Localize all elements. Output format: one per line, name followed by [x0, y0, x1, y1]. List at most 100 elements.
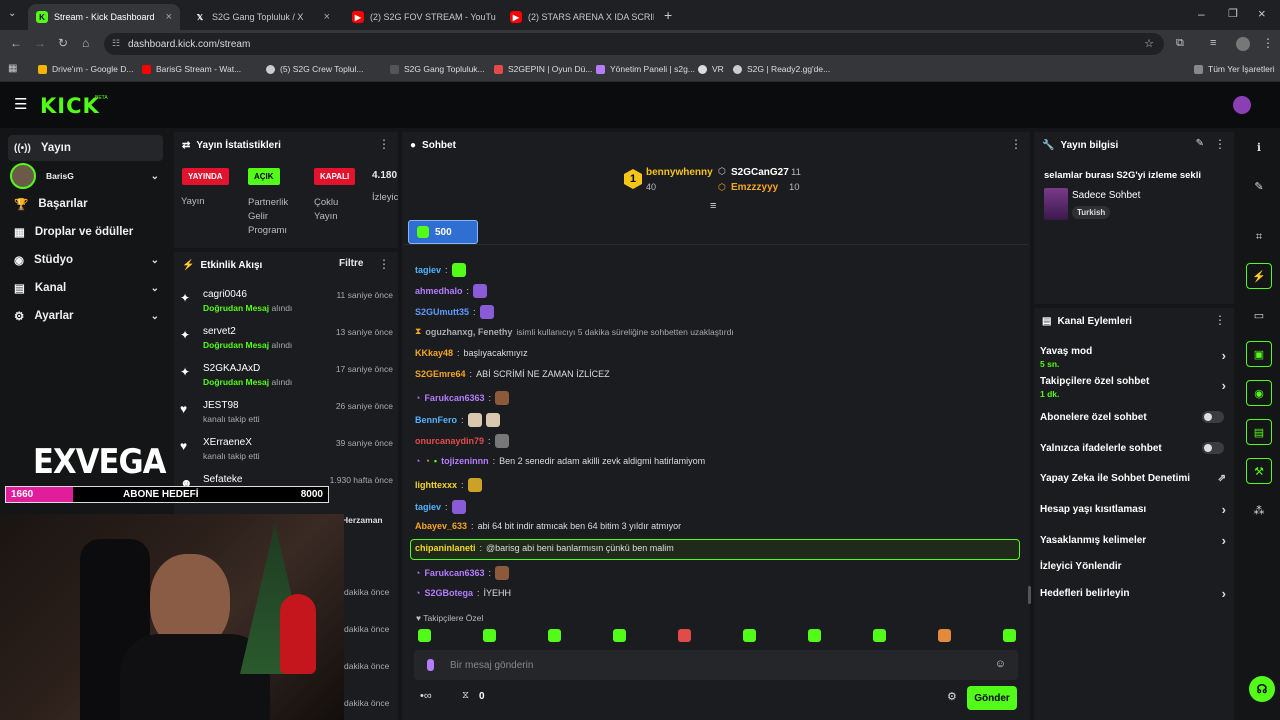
- emote-picker-item[interactable]: [613, 629, 626, 642]
- tab-youtube-2[interactable]: ▶ (2) STARS ARENA X IDA SCRIM ×: [502, 4, 654, 30]
- more-options-icon[interactable]: ⋮: [378, 258, 390, 270]
- chat-goal-card[interactable]: 500: [408, 220, 478, 244]
- info-icon[interactable]: ℹ: [1246, 134, 1272, 160]
- leader-name[interactable]: Emzzzyyy: [731, 182, 778, 193]
- sidebar-item-achievements[interactable]: 🏆 Başarılar: [8, 191, 163, 217]
- edit-icon[interactable]: ✎: [1246, 173, 1272, 199]
- bookmark-s2gepin[interactable]: S2GEPIN | Oyun Dü...: [494, 64, 592, 74]
- activity-item[interactable]: ♥ XErraeneX kanalı takip etti 39 saniye ön…: [178, 435, 393, 471]
- activity-item[interactable]: ♥ JEST98 kanalı takip etti 26 saniye önce: [178, 398, 393, 434]
- bookmark-star-icon[interactable]: ☆: [1144, 37, 1154, 50]
- broadcast-rail-icon[interactable]: ◉: [1246, 380, 1272, 406]
- emote-picker-item[interactable]: [678, 629, 691, 642]
- minimize-icon[interactable]: –: [1198, 7, 1205, 21]
- channel-action-item[interactable]: Yalnızca ifadelerle sohbet: [1040, 442, 1230, 454]
- bookmark-barisg[interactable]: BarisG Stream - Wat...: [142, 64, 241, 74]
- channel-action-item[interactable]: Yavaş mod 5 sn. ›: [1040, 346, 1230, 369]
- sidebar-item-stream[interactable]: ((•)) Yayın: [8, 135, 163, 161]
- close-window-icon[interactable]: ×: [1258, 6, 1266, 21]
- more-options-icon[interactable]: ⋮: [1214, 138, 1226, 150]
- chat-message[interactable]: tagiev:: [415, 263, 466, 277]
- chat-username[interactable]: oguzhanxg, Fenethy: [425, 327, 512, 337]
- system-message[interactable]: ⧗ oguzhanxg, Fenethy isimli kullanıcıyı 5 …: [415, 326, 734, 337]
- tab-youtube-1[interactable]: ▶ (2) S2G FOV STREAM - YouTube ×: [344, 4, 496, 30]
- close-tab-icon[interactable]: ×: [166, 11, 172, 23]
- emote-picker-item[interactable]: [808, 629, 821, 642]
- tab-kick-dashboard[interactable]: K Stream - Kick Dashboard ×: [28, 4, 180, 30]
- chat-message[interactable]: KKkay48: başlıyacakmıyız: [415, 348, 528, 358]
- chat-username[interactable]: tagiev: [415, 265, 441, 275]
- channel-action-item[interactable]: Abonelere özel sohbet: [1040, 411, 1230, 423]
- document-icon[interactable]: ▭: [1246, 302, 1272, 328]
- chat-message[interactable]: onurcanaydin79:: [415, 434, 509, 448]
- chat-message[interactable]: chipaninlaneti: @barisg abi beni banlarmı…: [415, 543, 674, 553]
- profile-avatar[interactable]: [1236, 37, 1250, 51]
- chat-username[interactable]: Abayev_633: [415, 521, 467, 531]
- leader-name[interactable]: bennywhenny: [646, 167, 713, 178]
- emote-picker-item[interactable]: [938, 629, 951, 642]
- emote-picker-item[interactable]: [1003, 629, 1016, 642]
- activity-item[interactable]: ✦ S2GKAJAxD Doğrudan Mesaj alındı 17 saniye…: [178, 361, 393, 397]
- channel-action-item[interactable]: Hesap yaşı kısıtlaması ›: [1040, 502, 1230, 517]
- tab-x[interactable]: 𝕏 S2G Gang Topluluk / X ×: [186, 4, 338, 30]
- category-name[interactable]: Sadece Sohbet: [1072, 190, 1140, 201]
- support-headset-icon[interactable]: ☊: [1249, 676, 1275, 702]
- layout-rail-icon[interactable]: ▤: [1246, 419, 1272, 445]
- leader-name[interactable]: S2GCanG27: [731, 167, 789, 178]
- sidebar-item-channel[interactable]: ▤ Kanal ⌄: [8, 275, 163, 301]
- chat-message[interactable]: ahmedhalo:: [415, 284, 488, 298]
- users-icon[interactable]: ⧖: [462, 690, 469, 701]
- emote-picker-item[interactable]: [873, 629, 886, 642]
- sidebar-item-drops[interactable]: ▦ Droplar ve ödüller: [8, 219, 163, 245]
- emote-picker-item[interactable]: [743, 629, 756, 642]
- bookmark-vr[interactable]: VR: [698, 64, 724, 74]
- chat-rail-icon[interactable]: ▣: [1246, 341, 1272, 367]
- channel-action-item[interactable]: Takipçilere özel sohbet 1 dk. ›: [1040, 376, 1230, 399]
- tab-search-icon[interactable]: ⌄: [8, 8, 16, 19]
- chat-username[interactable]: Farukcan6363: [424, 568, 484, 578]
- chat-username[interactable]: S2GEmre64: [415, 369, 466, 379]
- chat-username[interactable]: S2GUmutt35: [415, 307, 469, 317]
- home-icon[interactable]: ⌂: [82, 36, 89, 50]
- edit-pencil-icon[interactable]: ✎: [1196, 138, 1204, 149]
- chat-message[interactable]: ◔ Farukcan6363:: [415, 391, 509, 405]
- user-avatar[interactable]: [1233, 96, 1251, 114]
- chat-username[interactable]: lighttexxx: [415, 480, 457, 490]
- chat-message[interactable]: lighttexxx:: [415, 478, 482, 492]
- chat-username[interactable]: BennFero: [415, 415, 457, 425]
- chat-username[interactable]: tojizeninnn: [441, 456, 489, 466]
- bookmark-ready2gg[interactable]: S2G | Ready2.gg'de...: [733, 64, 830, 74]
- kick-logo[interactable]: KICK: [40, 94, 100, 118]
- chat-message[interactable]: BennFero:: [415, 413, 500, 427]
- infinity-points-icon[interactable]: •∞: [420, 690, 432, 702]
- channel-action-item[interactable]: Yapay Zeka ile Sohbet Denetimi ⇗: [1040, 473, 1230, 484]
- chat-message[interactable]: S2GEmre64: ABİ SCRİMİ NE ZAMAN İZLİCEZ: [415, 369, 610, 379]
- close-tab-icon[interactable]: ×: [324, 11, 330, 23]
- maximize-icon[interactable]: ❐: [1228, 7, 1238, 20]
- site-info-icon[interactable]: ☷: [112, 38, 120, 49]
- emote-picker-item[interactable]: [418, 629, 431, 642]
- reading-list-icon[interactable]: ≡: [1210, 37, 1216, 49]
- channel-action-item[interactable]: Yasaklanmış kelimeler ›: [1040, 533, 1230, 548]
- chat-message[interactable]: ◔ ◔ ▪ tojizeninnn: Ben 2 senedir adam akilli…: [415, 456, 705, 466]
- chat-username[interactable]: S2GBotega: [424, 588, 473, 598]
- wrench-rail-icon[interactable]: ⚒: [1246, 458, 1272, 484]
- bookmark-s2g-crew[interactable]: (5) S2G Crew Toplul...: [266, 64, 363, 74]
- lightning-rail-icon[interactable]: ⚡: [1246, 263, 1272, 289]
- more-options-icon[interactable]: ⋮: [1010, 138, 1022, 150]
- chat-username[interactable]: onurcanaydin79: [415, 436, 484, 446]
- reload-icon[interactable]: ↻: [58, 36, 68, 50]
- emote-picker-item[interactable]: [483, 629, 496, 642]
- activity-item[interactable]: ✦ cagri0046 Doğrudan Mesaj alındı 11 saniye…: [178, 287, 393, 323]
- hamburger-menu-icon[interactable]: ☰: [14, 95, 27, 113]
- chat-username[interactable]: tagiev: [415, 502, 441, 512]
- sidebar-item-settings[interactable]: ⚙ Ayarlar ⌄: [8, 303, 163, 329]
- chat-settings-gear-icon[interactable]: ⚙: [947, 690, 957, 703]
- extensions-icon[interactable]: ⧉: [1176, 37, 1184, 50]
- all-bookmarks[interactable]: Tüm Yer İşaretleri: [1194, 64, 1275, 74]
- chat-message[interactable]: ◔ S2GBotega: İYEHH: [415, 588, 511, 598]
- sidebar-item-studio[interactable]: ◉ Stüdyo ⌄: [8, 247, 163, 273]
- channel-action-item[interactable]: Hedefleri belirleyin ›: [1040, 586, 1230, 601]
- chat-message[interactable]: Abayev_633: abi 64 bit indir atmıcak ben …: [415, 521, 681, 531]
- bookmark-drive[interactable]: Drive'ım - Google D...: [38, 64, 133, 74]
